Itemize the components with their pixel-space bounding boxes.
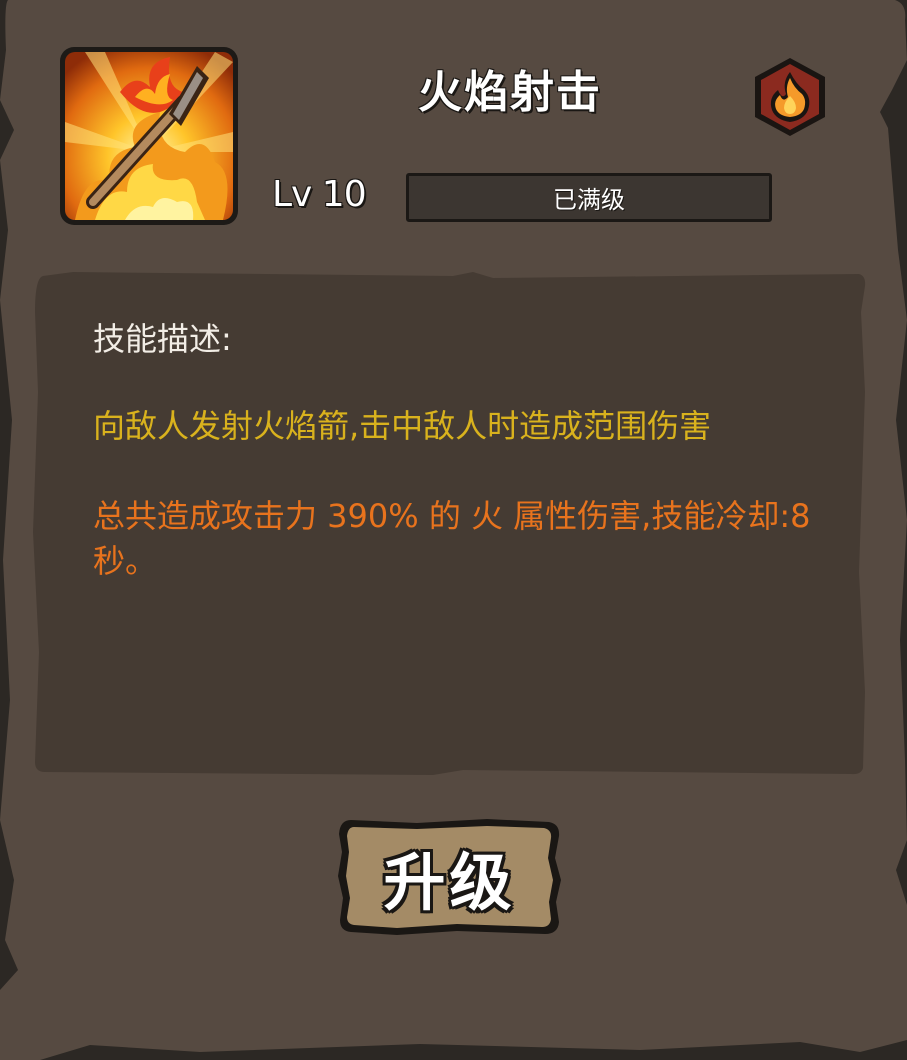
level-status: 已满级 <box>553 186 625 214</box>
upgrade-button[interactable]: 升级 <box>337 818 562 936</box>
skill-effect-text: 向敌人发射火焰箭,击中敌人时造成范围伤害 <box>93 407 712 445</box>
flaming-spear-icon <box>65 52 233 220</box>
skill-stats-text: 总共造成攻击力 390% 的 火 属性伤害,技能冷却:8秒。 <box>93 497 811 580</box>
skill-detail-screen: 火焰射击 Lv 10 已满级 技能描述: 向敌人发射火焰箭,击中敌人时造成范围伤… <box>0 0 907 1060</box>
skill-level: Lv 10 <box>272 174 367 215</box>
description-heading: 技能描述: <box>93 320 232 358</box>
level-progress-bar: 已满级 <box>406 173 772 222</box>
fire-element-icon <box>755 58 825 136</box>
upgrade-button-label: 升级 <box>383 846 516 919</box>
skill-title: 火焰射击 <box>418 67 602 118</box>
skill-icon-frame <box>60 47 238 225</box>
